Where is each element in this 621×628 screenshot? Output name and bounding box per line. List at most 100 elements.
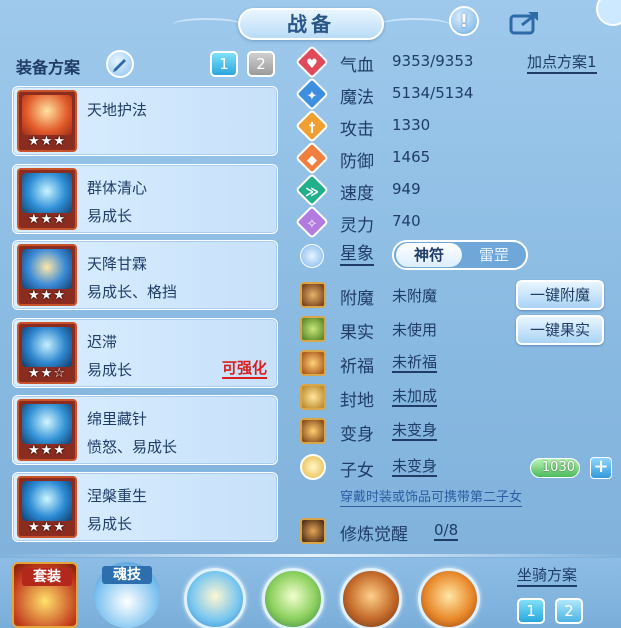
row-value: 未使用 xyxy=(392,321,438,339)
rain-icon: ★★★ xyxy=(17,244,77,306)
cultivation-icon xyxy=(300,518,326,544)
skill-name: 绵里藏针 xyxy=(87,410,148,428)
row-label: 果实 xyxy=(340,323,374,343)
skill-desc: 易成长 xyxy=(87,361,133,379)
stat-value: 949 xyxy=(392,180,421,198)
toggle-option-leigang[interactable]: 雷罡 xyxy=(464,243,524,267)
cultivation-row: 修炼觉醒 0/8 xyxy=(298,516,618,546)
plan-button-2[interactable]: 2 xyxy=(247,51,275,77)
stat-spirit: ✧ 灵力 740 xyxy=(295,205,618,239)
fief-link[interactable]: 未加成 xyxy=(392,387,438,407)
stat-value: 9353/9353 xyxy=(392,52,474,70)
stat-mp: ✦ 魔法 5134/5134 xyxy=(295,77,618,111)
skill-stars: ★★★ xyxy=(28,288,66,303)
stat-label: 防御 xyxy=(340,152,374,172)
skill-name: 迟滞 xyxy=(87,333,118,351)
mount-plan-label: 坐骑方案 xyxy=(517,566,578,587)
stat-label: 速度 xyxy=(340,184,374,204)
skill-desc: 愤怒、易成长 xyxy=(87,438,178,456)
skill-slot-3[interactable]: ★★★ 天降甘霖 易成长、格挡 xyxy=(12,240,278,310)
stat-label: 气血 xyxy=(340,56,374,76)
skill-stars: ★★★ xyxy=(28,520,66,535)
bless-link[interactable]: 未祈福 xyxy=(392,353,438,373)
row-label: 附魔 xyxy=(340,289,374,309)
share-button[interactable] xyxy=(508,8,542,36)
title-ornament-right xyxy=(380,18,450,32)
mount-plan-button-2[interactable]: 2 xyxy=(555,598,583,624)
star-sign-link[interactable]: 星象 xyxy=(340,244,374,266)
speed-icon: ≫ xyxy=(295,173,329,207)
window-title: 战备 xyxy=(238,8,384,40)
child-energy-value: 1030 xyxy=(541,460,575,475)
info-alert-button[interactable]: ! xyxy=(449,6,479,36)
tab-soul-skill-label: 魂技 xyxy=(102,566,152,584)
stat-defense: ◆ 防御 1465 xyxy=(295,141,618,175)
stat-value: 5134/5134 xyxy=(392,84,474,102)
skill-stars: ★★☆ xyxy=(28,366,66,381)
star-sign-icon xyxy=(300,244,324,268)
row-label: 变身 xyxy=(340,425,374,445)
transform-icon xyxy=(300,418,326,444)
bottom-bar: 套装 魂技 坐骑方案 1 2 xyxy=(0,558,621,628)
plan-button-1[interactable]: 1 xyxy=(210,51,238,77)
title-ornament-left xyxy=(172,18,242,32)
skill-desc: 易成长、格挡 xyxy=(87,283,178,301)
stat-attack: † 攻击 1330 xyxy=(295,109,618,143)
corner-close-button[interactable] xyxy=(596,0,621,26)
child-energy-bar: 1030 xyxy=(530,458,580,478)
skill-slot-1[interactable]: ★★★ 天地护法 xyxy=(12,86,278,156)
upgradable-link[interactable]: 可强化 xyxy=(221,359,267,379)
title-bar: 战备 ! xyxy=(0,0,621,46)
second-child-hint[interactable]: 穿戴时装或饰品可携带第二子女 xyxy=(340,490,523,507)
gem-slot-1[interactable] xyxy=(184,568,246,628)
spirit-icon: ✧ xyxy=(295,205,329,239)
row-label: 修炼觉醒 xyxy=(340,525,408,545)
heart-icon: ♥ xyxy=(295,45,329,79)
star-sign-row: 星象 神符 雷罡 xyxy=(298,240,618,270)
stat-label: 魔法 xyxy=(340,88,374,108)
skill-slot-4[interactable]: ★★☆ 迟滞 易成长 可强化 xyxy=(12,318,278,388)
star-sign-toggle[interactable]: 神符 雷罡 xyxy=(392,240,528,270)
shield-icon: ◆ xyxy=(295,141,329,175)
transform-link[interactable]: 未变身 xyxy=(392,421,438,441)
skill-name: 天降甘霖 xyxy=(87,255,148,273)
skill-name: 天地护法 xyxy=(87,101,148,119)
transform-row: 变身 未变身 xyxy=(298,416,618,446)
one-click-enchant-button[interactable]: 一键附魔 xyxy=(516,280,604,310)
toggle-option-shenfu[interactable]: 神符 xyxy=(396,243,462,267)
row-label: 祈福 xyxy=(340,357,374,377)
row-value: 未附魔 xyxy=(392,287,438,305)
fruit-icon xyxy=(300,316,326,342)
skill-slot-2[interactable]: ★★★ 群体清心 易成长 xyxy=(12,164,278,234)
rebirth-icon: ★★★ xyxy=(17,476,77,538)
stat-speed: ≫ 速度 949 xyxy=(295,173,618,207)
stat-hp: ♥ 气血 9353/9353 xyxy=(295,45,618,79)
stat-value: 740 xyxy=(392,212,421,230)
mount-plan-button-1[interactable]: 1 xyxy=(517,598,545,624)
fief-row: 封地 未加成 xyxy=(298,382,618,412)
gem-slot-3[interactable] xyxy=(340,568,402,628)
skill-slot-6[interactable]: ★★★ 涅槃重生 易成长 xyxy=(12,472,278,542)
battle-prep-window: 战备 ! 装备方案 1 2 ★★★ 天地护法 ★★★ 群体清心 易成长 ★★★ … xyxy=(0,0,621,628)
gem-slot-2[interactable] xyxy=(262,568,324,628)
mana-icon: ✦ xyxy=(295,77,329,111)
edit-plan-button[interactable] xyxy=(106,50,134,78)
child-link[interactable]: 未变身 xyxy=(392,457,438,477)
skill-stars: ★★★ xyxy=(28,443,66,458)
one-click-fruit-button[interactable]: 一键果实 xyxy=(516,315,604,345)
attribute-panel: 加点方案1 ♥ 气血 9353/9353 ✦ 魔法 5134/5134 † 攻击… xyxy=(292,44,621,552)
tab-soul-skill[interactable]: 魂技 xyxy=(94,562,160,628)
tab-suit[interactable]: 套装 xyxy=(12,562,78,628)
cleanse-icon: ★★★ xyxy=(17,168,77,230)
needle-icon: ★★★ xyxy=(17,399,77,461)
gem-slot-4[interactable] xyxy=(418,568,480,628)
add-energy-button[interactable]: + xyxy=(590,457,612,479)
cultivation-link[interactable]: 0/8 xyxy=(434,521,459,541)
skill-desc: 易成长 xyxy=(87,515,133,533)
equipment-plan-label: 装备方案 xyxy=(16,58,81,77)
slow-icon: ★★☆ xyxy=(17,322,77,384)
skill-slot-5[interactable]: ★★★ 绵里藏针 愤怒、易成长 xyxy=(12,395,278,465)
enchant-icon xyxy=(300,282,326,308)
bless-row: 祈福 未祈福 xyxy=(298,348,618,378)
sword-icon: † xyxy=(295,109,329,143)
